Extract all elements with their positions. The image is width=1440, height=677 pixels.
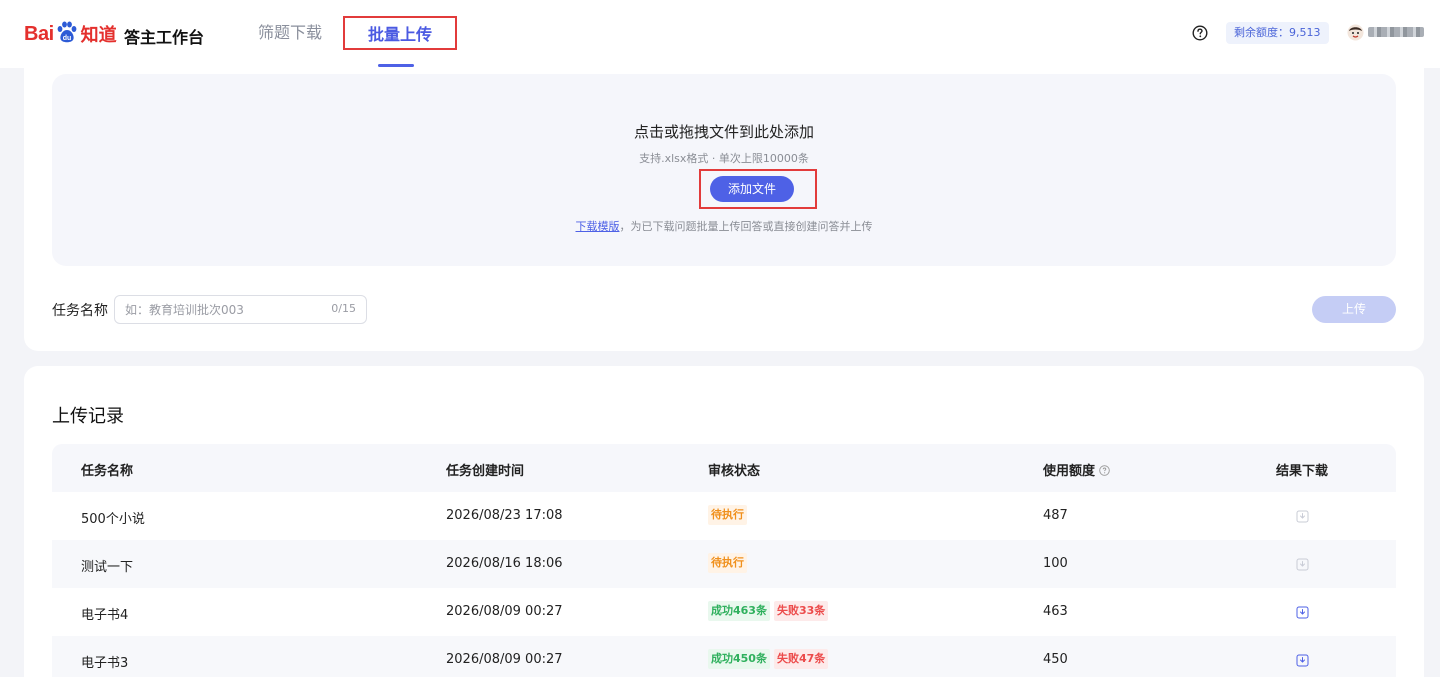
table-row: 电子书4 2026/08/09 00:27 成功463条 失败33条 463 — [52, 588, 1396, 636]
status-badge-success: 成功450条 — [708, 649, 770, 669]
download-icon[interactable] — [1296, 654, 1309, 667]
baidu-zhidao-logo[interactable]: Bai du 知道 — [24, 14, 117, 54]
row-review-status: 待执行 — [708, 553, 751, 573]
records-table: 任务名称 任务创建时间 审核状态 使用额度 结果下载 500个小说 2026/08… — [52, 444, 1396, 677]
upload-records-card: 上传记录 任务名称 任务创建时间 审核状态 使用额度 结果下载 500个小说 20… — [24, 366, 1424, 677]
app-title: 答主工作台 — [124, 28, 205, 47]
row-task-name: 电子书3 — [81, 656, 129, 671]
row-created-time: 2026/08/09 00:27 — [446, 604, 563, 619]
row-quota-used: 487 — [1043, 508, 1068, 523]
task-name-label: 任务名称 — [52, 303, 108, 319]
row-task-name: 测试一下 — [81, 560, 134, 575]
column-task-name: 任务名称 — [81, 464, 134, 479]
task-name-input[interactable] — [125, 296, 315, 323]
user-avatar-icon[interactable] — [1347, 24, 1364, 41]
tab-filter-download[interactable]: 筛题下载 — [258, 16, 322, 50]
status-badge-pending: 待执行 — [708, 553, 747, 573]
row-created-time: 2026/08/09 00:27 — [446, 652, 563, 667]
column-quota-used: 使用额度 — [1043, 460, 1110, 479]
row-review-status: 成功463条 失败33条 — [708, 601, 832, 621]
column-review-status: 审核状态 — [708, 464, 761, 479]
row-task-name: 电子书4 — [81, 608, 129, 623]
row-task-name: 500个小说 — [81, 512, 145, 527]
question-circle-icon[interactable] — [1192, 25, 1208, 41]
top-header: Bai du 知道 答主工作台 筛题下载 批量上传 剩余额度：9,513 — [0, 0, 1440, 68]
status-badge-fail: 失败33条 — [773, 601, 829, 621]
table-row: 500个小说 2026/08/23 17:08 待执行 487 — [52, 492, 1396, 540]
logo-text-bai: Bai — [24, 22, 54, 45]
status-badge-pending: 待执行 — [708, 505, 747, 525]
download-icon — [1296, 558, 1309, 571]
username-blurred[interactable] — [1368, 27, 1424, 37]
tab-batch-upload[interactable]: 批量上传 — [343, 16, 457, 50]
dropzone-note: 下载模版，为已下载问题批量上传回答或直接创建问答并上传 — [52, 218, 1396, 234]
row-quota-used: 450 — [1043, 652, 1068, 667]
table-body: 500个小说 2026/08/23 17:08 待执行 487 测试一下 2026/08/… — [52, 492, 1396, 677]
row-created-time: 2026/08/16 18:06 — [446, 556, 563, 571]
add-file-highlight: 添加文件 — [699, 169, 817, 209]
row-review-status: 成功450条 失败47条 — [708, 649, 832, 669]
upload-button[interactable]: 上传 — [1312, 296, 1396, 323]
download-icon[interactable] — [1296, 606, 1309, 619]
add-file-button[interactable]: 添加文件 — [710, 176, 794, 202]
file-dropzone[interactable]: 点击或拖拽文件到此处添加 支持.xlsx格式 · 单次上限10000条 添加文件… — [52, 74, 1396, 266]
logo-text-zhidao: 知道 — [80, 25, 117, 46]
dropzone-subtitle: 支持.xlsx格式 · 单次上限10000条 — [639, 152, 809, 165]
row-review-status: 待执行 — [708, 505, 751, 525]
baidu-paw-icon: du — [55, 20, 79, 44]
table-row: 测试一下 2026/08/16 18:06 待执行 100 — [52, 540, 1396, 588]
dropzone-title: 点击或拖拽文件到此处添加 — [633, 123, 814, 141]
question-circle-icon[interactable] — [1099, 465, 1110, 476]
column-quota-used-label: 使用额度 — [1043, 464, 1096, 479]
row-quota-used: 100 — [1043, 556, 1068, 571]
row-created-time: 2026/08/23 17:08 — [446, 508, 563, 523]
download-template-link[interactable]: 下载模版 — [576, 220, 620, 233]
logo-text-du: du — [62, 35, 71, 42]
table-header: 任务名称 任务创建时间 审核状态 使用额度 结果下载 — [52, 444, 1396, 492]
status-badge-fail: 失败47条 — [773, 649, 829, 669]
column-result-download: 结果下载 — [1276, 464, 1329, 479]
task-name-field[interactable]: 0/15 — [114, 295, 367, 324]
dropzone-note-text: ，为已下载问题批量上传回答或直接创建问答并上传 — [619, 220, 873, 233]
column-created-time: 任务创建时间 — [446, 464, 525, 479]
status-badge-success: 成功463条 — [708, 601, 770, 621]
row-quota-used: 463 — [1043, 604, 1068, 619]
active-tab-indicator — [378, 64, 414, 67]
task-name-char-count: 0/15 — [331, 302, 356, 315]
records-title: 上传记录 — [52, 406, 124, 427]
download-icon — [1296, 510, 1309, 523]
upload-card: 点击或拖拽文件到此处添加 支持.xlsx格式 · 单次上限10000条 添加文件… — [24, 68, 1424, 351]
table-row: 电子书3 2026/08/09 00:27 成功450条 失败47条 450 — [52, 636, 1396, 677]
remaining-quota-badge: 剩余额度：9,513 — [1226, 22, 1329, 44]
